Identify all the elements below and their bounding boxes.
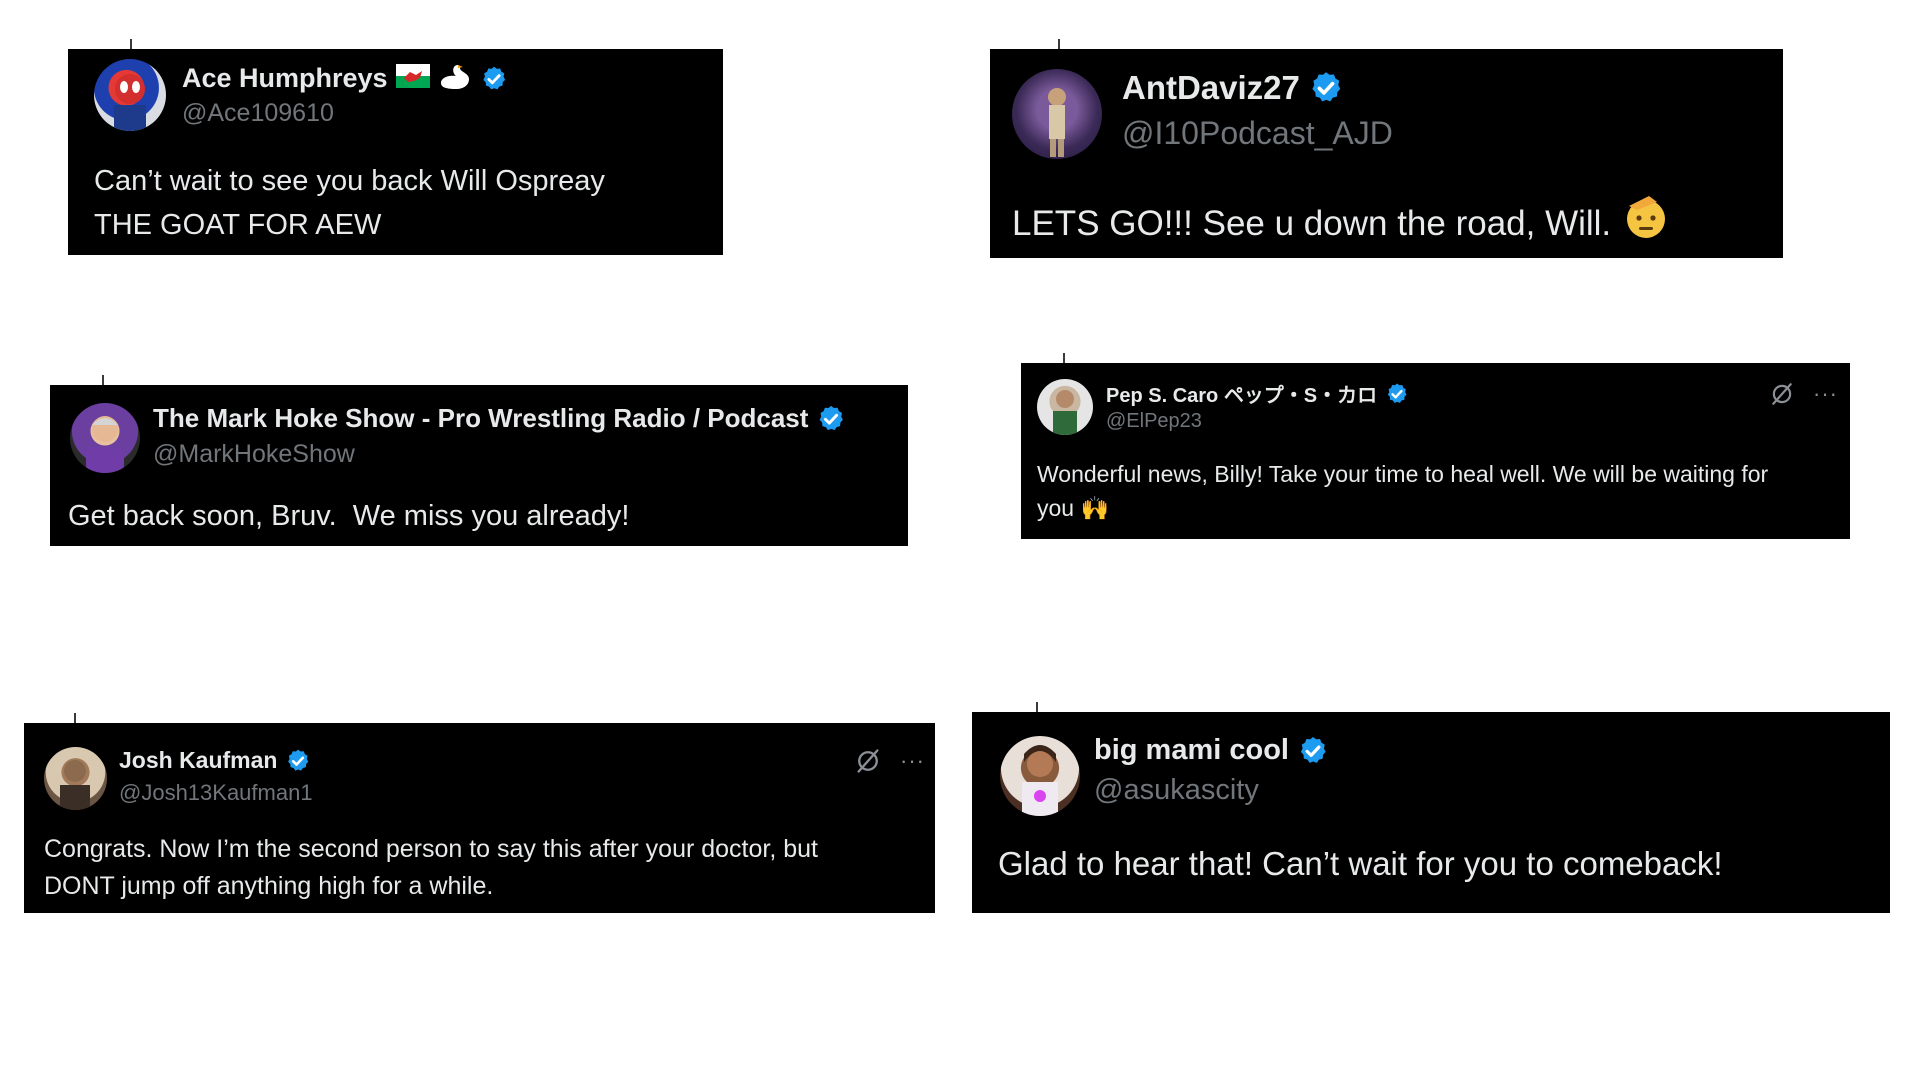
tweet-card[interactable]: Ace Humphreys @Ace109610 Can’t wait to s…: [68, 39, 723, 255]
tweet-card[interactable]: Josh Kaufman @Josh13Kaufman1 ··· Congrat…: [24, 713, 935, 913]
tweet-text: THE GOAT FOR AEW: [94, 209, 382, 241]
tweet-card[interactable]: big mami cool @asukascity Glad to hear t…: [972, 702, 1890, 913]
handle[interactable]: @ElPep23: [1106, 410, 1202, 433]
verified-badge-icon: [285, 748, 311, 774]
divider: [1063, 353, 1065, 363]
tweet-card[interactable]: The Mark Hoke Show - Pro Wrestling Radio…: [50, 375, 908, 546]
avatar[interactable]: [94, 59, 166, 131]
verified-badge-icon: [816, 404, 846, 434]
avatar[interactable]: [1037, 379, 1093, 435]
handle[interactable]: @asukascity: [1094, 774, 1259, 807]
display-name[interactable]: Pep S. Caro ペップ・S・カロ: [1106, 379, 1377, 408]
handle[interactable]: @Ace109610: [182, 99, 334, 128]
avatar[interactable]: [70, 403, 140, 473]
more-icon[interactable]: ···: [1813, 383, 1838, 405]
verified-badge-icon: [480, 65, 508, 93]
grok-icon[interactable]: [1769, 381, 1795, 407]
tweet-card[interactable]: AntDaviz27 @I10Podcast_AJD LETS GO!!! Se…: [990, 39, 1783, 258]
tweet-text: Get back soon, Bruv. We miss you already…: [68, 500, 630, 532]
divider: [130, 39, 132, 49]
tweet-text: LETS GO!!! See u down the road, Will.: [1012, 203, 1612, 243]
verified-badge-icon: [1297, 735, 1329, 767]
display-name[interactable]: AntDaviz27: [1122, 69, 1300, 107]
divider: [102, 375, 104, 385]
display-name[interactable]: Josh Kaufman: [119, 747, 277, 774]
tweet-card[interactable]: Pep S. Caro ペップ・S・カロ @ElPep23 ··· Wonder…: [1021, 353, 1850, 539]
tweet-text: DONT jump off anything high for a while.: [44, 872, 494, 900]
avatar[interactable]: [1012, 69, 1102, 159]
display-name[interactable]: Ace Humphreys: [182, 63, 388, 94]
more-icon[interactable]: ···: [900, 750, 925, 772]
saluting-face-emoji: [1623, 194, 1669, 252]
handle[interactable]: @I10Podcast_AJD: [1122, 115, 1393, 152]
tweet-text: Wonderful news, Billy! Take your time to…: [1037, 461, 1769, 487]
swan-icon: [438, 61, 472, 96]
handle[interactable]: @Josh13Kaufman1: [119, 780, 313, 806]
avatar[interactable]: [1000, 736, 1080, 816]
grok-icon[interactable]: [854, 747, 882, 775]
divider: [1058, 39, 1060, 49]
divider: [1036, 702, 1038, 712]
tweet-text: you 🙌: [1037, 495, 1110, 521]
tweet-text: Glad to hear that! Can’t wait for you to…: [998, 845, 1723, 882]
avatar[interactable]: [44, 747, 107, 810]
divider: [74, 713, 76, 723]
wales-flag-icon: [395, 64, 430, 93]
display-name[interactable]: The Mark Hoke Show - Pro Wrestling Radio…: [153, 403, 808, 434]
tweet-text: Can’t wait to see you back Will Ospreay: [94, 165, 605, 197]
verified-badge-icon: [1385, 382, 1409, 406]
handle[interactable]: @MarkHokeShow: [153, 440, 355, 469]
tweet-text: Congrats. Now I’m the second person to s…: [44, 835, 818, 863]
display-name[interactable]: big mami cool: [1094, 734, 1289, 767]
verified-badge-icon: [1308, 70, 1344, 106]
